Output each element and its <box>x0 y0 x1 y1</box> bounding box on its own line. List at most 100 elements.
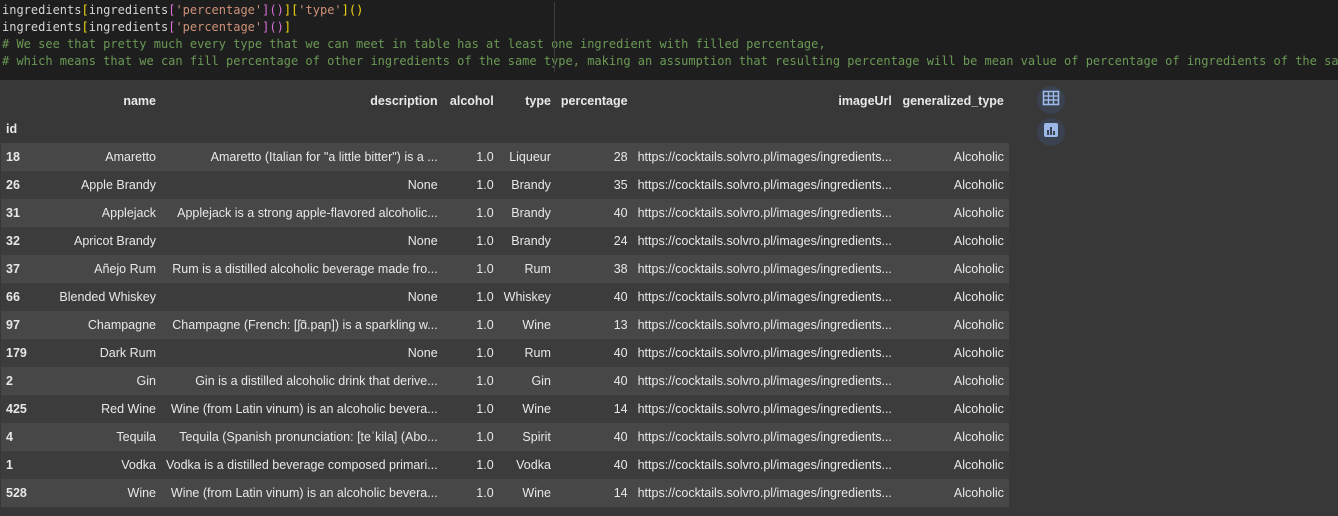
dataframe: name description alcohol type percentage… <box>1 87 1026 507</box>
table-row: 528 Wine Wine (from Latin vinum) is an alc… <box>1 479 1009 507</box>
column-header-description: description <box>370 94 438 108</box>
cell-name: Wine <box>127 486 156 500</box>
cell-alcohol: 1.0 <box>476 178 494 192</box>
cell-imageurl: https://cocktails.solvro.pl/images/ingre… <box>637 346 892 360</box>
cell-percentage: 40 <box>613 290 628 304</box>
table-row: 425 Red Wine Wine (from Latin vinum) is an… <box>1 395 1009 423</box>
cell-imageurl: https://cocktails.solvro.pl/images/ingre… <box>637 402 892 416</box>
cell-description: None <box>407 178 438 192</box>
header-blank <box>1 87 33 115</box>
cell-alcohol: 1.0 <box>476 374 494 388</box>
cell-description: Rum is a distilled alcoholic beverage ma… <box>172 262 438 276</box>
cell-type: Whiskey <box>503 290 551 304</box>
cell-generalized-type: Alcoholic <box>953 150 1004 164</box>
cell-name: Tequila <box>116 430 156 444</box>
cell-type: Brandy <box>511 206 551 220</box>
cell-alcohol: 1.0 <box>476 234 494 248</box>
cell-alcohol: 1.0 <box>476 318 494 332</box>
cell-name: Gin <box>136 374 156 388</box>
row-index-cell: 2 <box>6 374 13 388</box>
table-row: 66 Blended Whiskey None 1.0 Whiskey 40 https:/… <box>1 283 1009 311</box>
row-index-cell: 179 <box>6 346 27 360</box>
row-index-cell: 18 <box>6 150 20 164</box>
convert-to-interactive-table-button[interactable] <box>1037 86 1065 114</box>
cell-name: Añejo Rum <box>94 262 156 276</box>
cell-imageurl: https://cocktails.solvro.pl/images/ingre… <box>637 486 892 500</box>
cell-generalized-type: Alcoholic <box>953 262 1004 276</box>
cell-description: Vodka is a distilled beverage composed p… <box>166 458 438 472</box>
dataframe-table: name description alcohol type percentage… <box>1 87 1009 507</box>
row-index-cell: 37 <box>6 262 20 276</box>
table-body: 18 Amaretto Amaretto (Italian for "a littl… <box>1 143 1009 507</box>
row-index-cell: 97 <box>6 318 20 332</box>
cell-percentage: 38 <box>613 262 628 276</box>
cell-type: Rum <box>524 262 551 276</box>
cell-type: Wine <box>522 402 551 416</box>
code-comment-1: # We see that pretty much every type tha… <box>2 37 826 51</box>
cell-percentage: 14 <box>613 486 628 500</box>
cell-name: Applejack <box>101 206 156 220</box>
cell-percentage: 40 <box>613 430 628 444</box>
cell-generalized-type: Alcoholic <box>953 178 1004 192</box>
row-index-cell: 425 <box>6 402 27 416</box>
column-header-percentage: percentage <box>560 94 628 108</box>
cell-description: Tequila (Spanish pronunciation: [teˈkila… <box>179 430 438 444</box>
cell-generalized-type: Alcoholic <box>953 234 1004 248</box>
cell-type: Liqueur <box>509 150 551 164</box>
cell-alcohol: 1.0 <box>476 458 494 472</box>
row-index-cell: 31 <box>6 206 20 220</box>
cell-description: Wine (from Latin vinum) is an alcoholic … <box>170 486 438 500</box>
cell-name: Vodka <box>121 458 156 472</box>
cell-type: Vodka <box>516 458 551 472</box>
cell-type: Brandy <box>511 234 551 248</box>
cell-description: None <box>407 346 438 360</box>
cell-percentage: 40 <box>613 458 628 472</box>
cell-type: Gin <box>531 374 551 388</box>
code-comment-2: # which means that we can fill percentag… <box>2 54 1338 68</box>
suggest-charts-button[interactable] <box>1037 118 1065 146</box>
code-cell[interactable]: ingredients[ingredients['percentage']()]… <box>0 0 1338 74</box>
row-index-cell: 528 <box>6 486 27 500</box>
table-row: 179 Dark Rum None 1.0 Rum 40 https://cocktails… <box>1 339 1009 367</box>
table-row: 37 Añejo Rum Rum is a distilled alcoholic … <box>1 255 1009 283</box>
cell-output: name description alcohol type percentage… <box>0 80 1338 516</box>
cell-generalized-type: Alcoholic <box>953 346 1004 360</box>
table-row: 2 Gin Gin is a distilled alcoholic drink t… <box>1 367 1009 395</box>
cell-percentage: 13 <box>613 318 628 332</box>
cell-alcohol: 1.0 <box>476 346 494 360</box>
cell-imageurl: https://cocktails.solvro.pl/images/ingre… <box>637 374 892 388</box>
cell-type: Wine <box>522 318 551 332</box>
cell-description: Gin is a distilled alcoholic drink that … <box>195 374 438 388</box>
cell-name: Apricot Brandy <box>74 234 156 248</box>
cell-type: Wine <box>522 486 551 500</box>
row-index-cell: 4 <box>6 430 13 444</box>
cell-generalized-type: Alcoholic <box>953 430 1004 444</box>
cell-generalized-type: Alcoholic <box>953 486 1004 500</box>
cell-imageurl: https://cocktails.solvro.pl/images/ingre… <box>637 178 892 192</box>
row-index-cell: 66 <box>6 290 20 304</box>
index-header-id: id <box>6 122 18 136</box>
cell-alcohol: 1.0 <box>476 402 494 416</box>
cell-alcohol: 1.0 <box>476 430 494 444</box>
cell-imageurl: https://cocktails.solvro.pl/images/ingre… <box>637 150 892 164</box>
table-row: 32 Apricot Brandy None 1.0 Brandy 24 https://c… <box>1 227 1009 255</box>
cell-generalized-type: Alcoholic <box>953 290 1004 304</box>
cell-imageurl: https://cocktails.solvro.pl/images/ingre… <box>637 262 892 276</box>
cell-imageurl: https://cocktails.solvro.pl/images/ingre… <box>637 206 892 220</box>
cell-alcohol: 1.0 <box>476 262 494 276</box>
chart-icon <box>1042 121 1060 144</box>
code-line-1: ingredients[ingredients['percentage']()]… <box>2 3 364 17</box>
cell-description: None <box>407 290 438 304</box>
column-header-imageurl: imageUrl <box>838 94 892 108</box>
cell-generalized-type: Alcoholic <box>953 318 1004 332</box>
cell-alcohol: 1.0 <box>476 206 494 220</box>
table-row: 31 Applejack Applejack is a strong apple-f… <box>1 199 1009 227</box>
cell-type: Spirit <box>522 430 551 444</box>
cell-percentage: 14 <box>613 402 628 416</box>
cell-alcohol: 1.0 <box>476 290 494 304</box>
table-icon <box>1042 89 1060 112</box>
cell-percentage: 40 <box>613 346 628 360</box>
code-line-2: ingredients[ingredients['percentage']()] <box>2 20 292 34</box>
cell-generalized-type: Alcoholic <box>953 206 1004 220</box>
cell-generalized-type: Alcoholic <box>953 458 1004 472</box>
